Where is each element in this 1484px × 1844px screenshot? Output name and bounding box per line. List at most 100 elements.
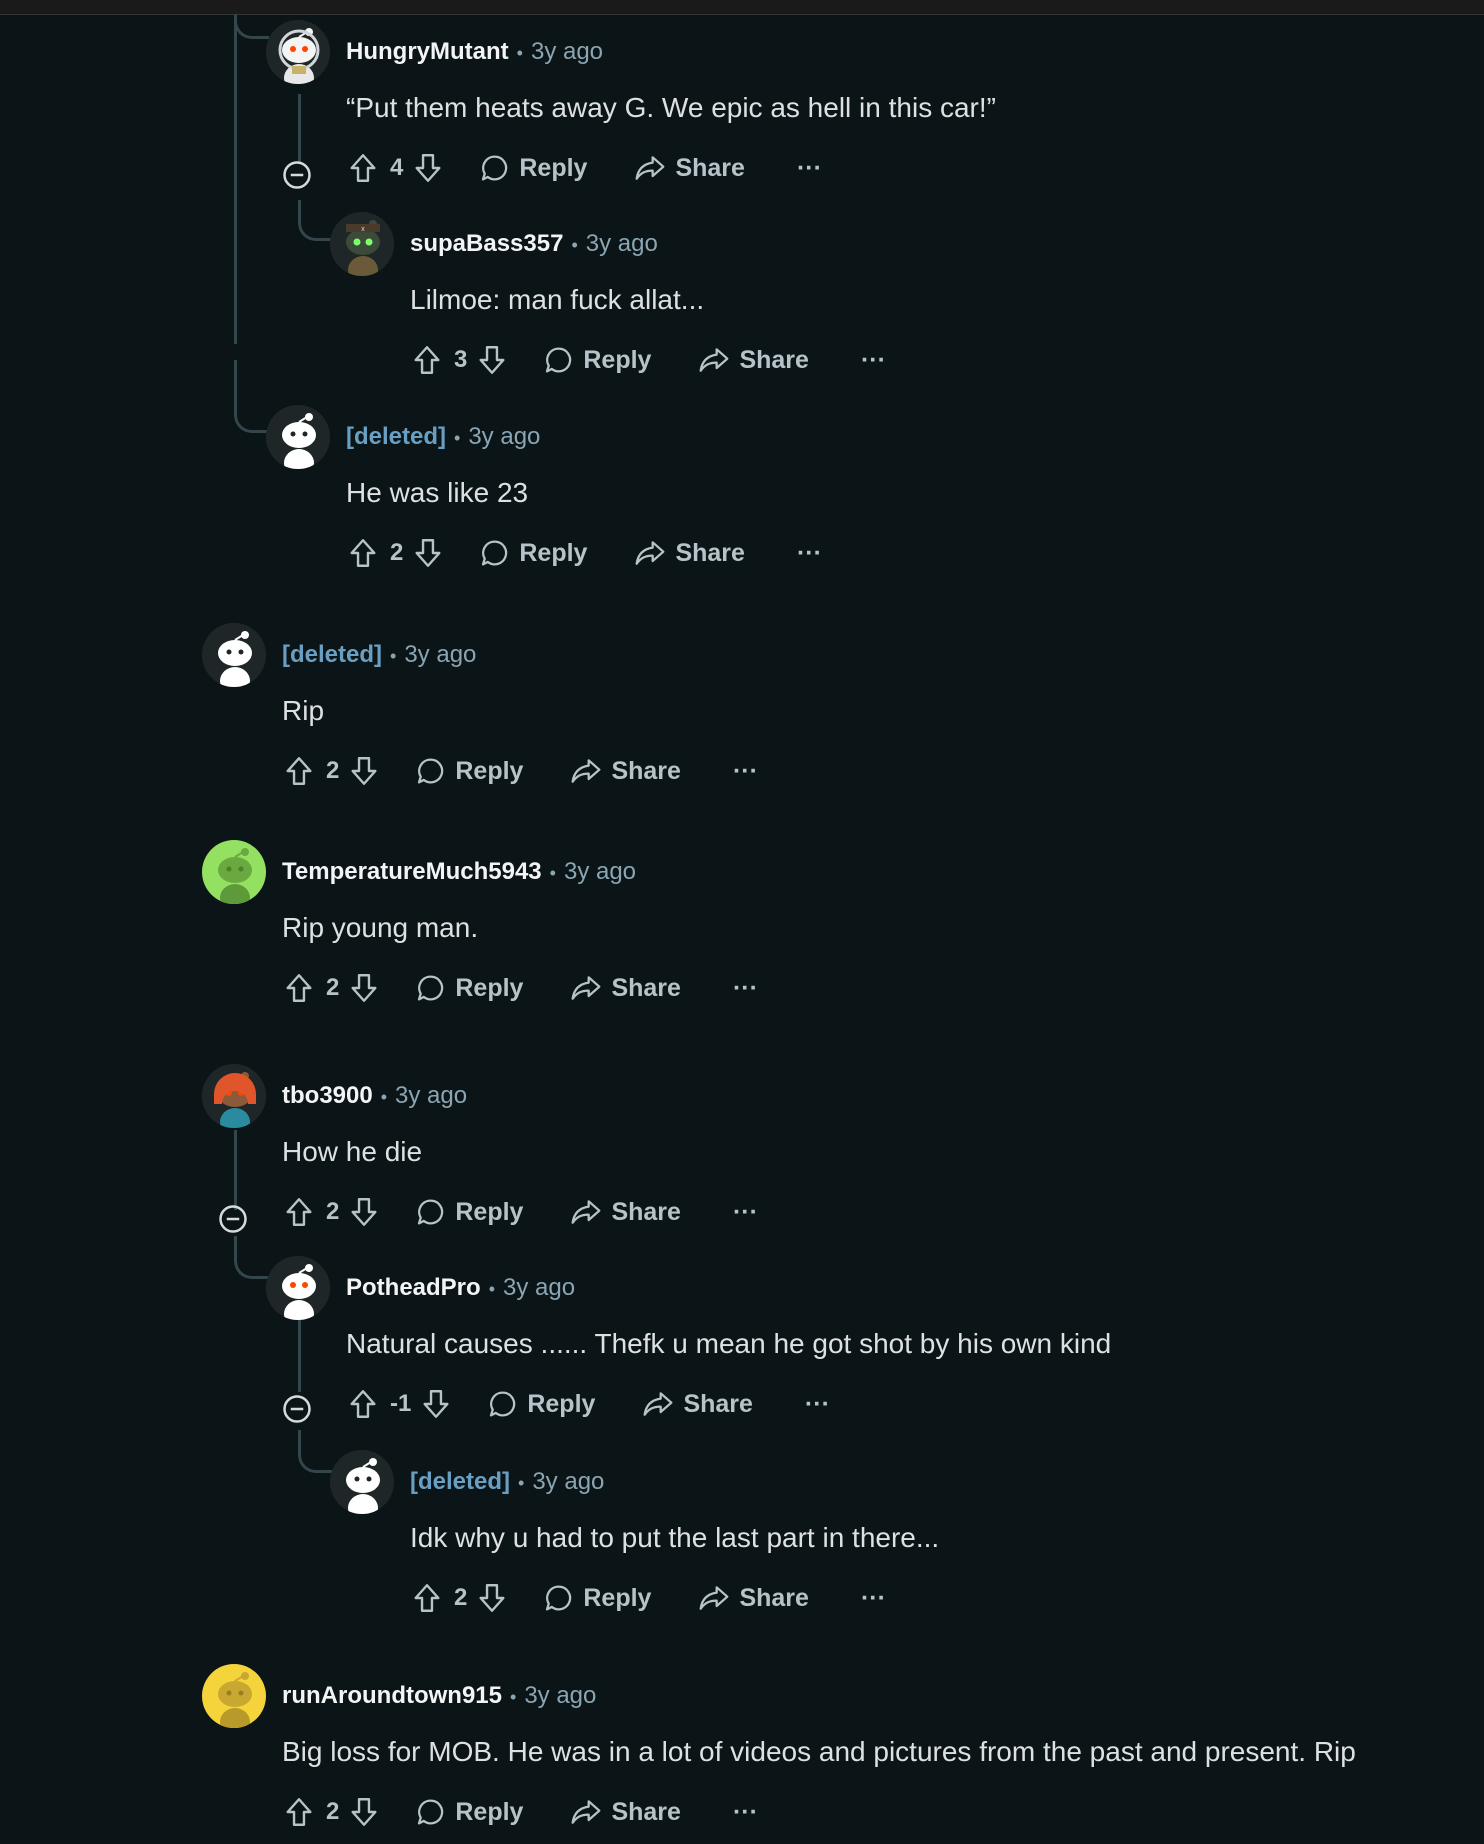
collapse-thread-button[interactable] [282, 1394, 312, 1424]
vote-score: 2 [390, 539, 404, 566]
upvote-icon [414, 346, 440, 374]
timestamp[interactable]: 3y ago [404, 641, 476, 668]
downvote-button[interactable] [347, 971, 381, 1005]
deleted-snoo-avatar-icon[interactable] [202, 623, 266, 687]
thread-line[interactable] [298, 94, 301, 164]
reply-label: Reply [455, 1797, 524, 1826]
upvote-button[interactable] [346, 536, 380, 570]
downvote-button[interactable] [411, 536, 445, 570]
more-options-button[interactable]: ··· [805, 1390, 830, 1419]
thread-line[interactable] [298, 1320, 301, 1392]
upvote-button[interactable] [282, 971, 316, 1005]
upvote-button[interactable] [282, 754, 316, 788]
deleted-snoo-avatar-icon[interactable] [330, 1450, 394, 1514]
svg-text:x: x [361, 226, 365, 233]
yellow-snoo-avatar-icon[interactable] [202, 1664, 266, 1728]
reply-button[interactable]: Reply [479, 537, 587, 569]
reply-label: Reply [583, 345, 652, 374]
downvote-button[interactable] [347, 754, 381, 788]
upvote-button[interactable] [346, 1387, 380, 1421]
reply-button[interactable]: Reply [415, 1796, 523, 1828]
green-snoo-avatar-icon[interactable] [202, 840, 266, 904]
more-options-button[interactable]: ··· [797, 154, 822, 183]
downvote-button[interactable] [347, 1795, 381, 1829]
reply-button[interactable]: Reply [487, 1388, 595, 1420]
deleted-snoo-avatar-icon[interactable] [266, 405, 330, 469]
timestamp[interactable]: 3y ago [395, 1082, 467, 1109]
share-button[interactable]: Share [697, 344, 809, 376]
default-snoo-avatar-icon[interactable] [266, 1256, 330, 1320]
more-options-button[interactable]: ··· [861, 1584, 886, 1613]
author-name[interactable]: [deleted] [282, 641, 382, 668]
timestamp[interactable]: 3y ago [531, 38, 603, 65]
thread-line[interactable] [234, 1236, 269, 1279]
reply-button[interactable]: Reply [479, 152, 587, 184]
author-name[interactable]: PotheadPro [346, 1274, 481, 1301]
hooded-snoo-avatar-icon[interactable] [202, 1064, 266, 1128]
author-name[interactable]: [deleted] [346, 423, 446, 450]
reply-label: Reply [455, 973, 524, 1002]
share-button[interactable]: Share [633, 537, 745, 569]
thread-line[interactable] [298, 200, 333, 241]
share-button[interactable]: Share [641, 1388, 753, 1420]
author-name[interactable]: [deleted] [410, 1468, 510, 1495]
collapse-thread-button[interactable] [218, 1204, 248, 1234]
comment-actions: 3 Reply Share ··· [410, 338, 886, 382]
downvote-button[interactable] [475, 1581, 509, 1615]
more-options-button[interactable]: ··· [797, 539, 822, 568]
more-options-button[interactable]: ··· [733, 1798, 758, 1827]
more-options-button[interactable]: ··· [733, 1198, 758, 1227]
timestamp[interactable]: 3y ago [532, 1468, 604, 1495]
astronaut-snoo-avatar-icon[interactable] [266, 20, 330, 84]
downvote-button[interactable] [475, 343, 509, 377]
author-name[interactable]: TemperatureMuch5943 [282, 858, 542, 885]
collapse-thread-button[interactable] [282, 160, 312, 190]
timestamp[interactable]: 3y ago [586, 230, 658, 257]
thread-line[interactable] [234, 14, 269, 39]
reply-button[interactable]: Reply [543, 1582, 651, 1614]
more-options-button[interactable]: ··· [733, 974, 758, 1003]
share-button[interactable]: Share [569, 1796, 681, 1828]
more-options-button[interactable]: ··· [861, 346, 886, 375]
thread-line[interactable] [234, 360, 269, 433]
thread-line[interactable] [234, 14, 237, 344]
separator-dot: • [380, 1087, 388, 1107]
reply-button[interactable]: Reply [415, 755, 523, 787]
share-button[interactable]: Share [697, 1582, 809, 1614]
comment-actions: 2 Reply Share ··· [282, 966, 758, 1010]
timestamp[interactable]: 3y ago [524, 1682, 596, 1709]
upvote-button[interactable] [282, 1195, 316, 1229]
share-button[interactable]: Share [569, 1196, 681, 1228]
downvote-button[interactable] [347, 1195, 381, 1229]
author-name[interactable]: tbo3900 [282, 1082, 373, 1109]
share-button[interactable]: Share [569, 755, 681, 787]
downvote-icon [351, 757, 377, 785]
reply-button[interactable]: Reply [543, 344, 651, 376]
author-name[interactable]: supaBass357 [410, 230, 563, 257]
pirate-snoo-avatar-icon[interactable]: x [330, 212, 394, 276]
comment-meta: supaBass357 • 3y ago [410, 228, 658, 261]
share-label: Share [683, 1389, 753, 1418]
share-button[interactable]: Share [633, 152, 745, 184]
downvote-button[interactable] [411, 151, 445, 185]
author-name[interactable]: runAroundtown915 [282, 1682, 502, 1709]
reply-button[interactable]: Reply [415, 972, 523, 1004]
timestamp[interactable]: 3y ago [468, 423, 540, 450]
collapse-icon [219, 1205, 247, 1233]
share-icon [571, 759, 601, 783]
thread-line[interactable] [298, 1430, 333, 1473]
comment-body: He was like 23 [346, 477, 529, 508]
comment-meta: [deleted] • 3y ago [410, 1466, 604, 1499]
upvote-button[interactable] [410, 343, 444, 377]
timestamp[interactable]: 3y ago [503, 1274, 575, 1301]
reply-button[interactable]: Reply [415, 1196, 523, 1228]
share-button[interactable]: Share [569, 972, 681, 1004]
timestamp[interactable]: 3y ago [564, 858, 636, 885]
author-name[interactable]: HungryMutant [346, 38, 509, 65]
upvote-button[interactable] [410, 1581, 444, 1615]
upvote-button[interactable] [282, 1795, 316, 1829]
thread-line[interactable] [234, 1130, 237, 1210]
downvote-button[interactable] [419, 1387, 453, 1421]
more-options-button[interactable]: ··· [733, 757, 758, 786]
upvote-button[interactable] [346, 151, 380, 185]
